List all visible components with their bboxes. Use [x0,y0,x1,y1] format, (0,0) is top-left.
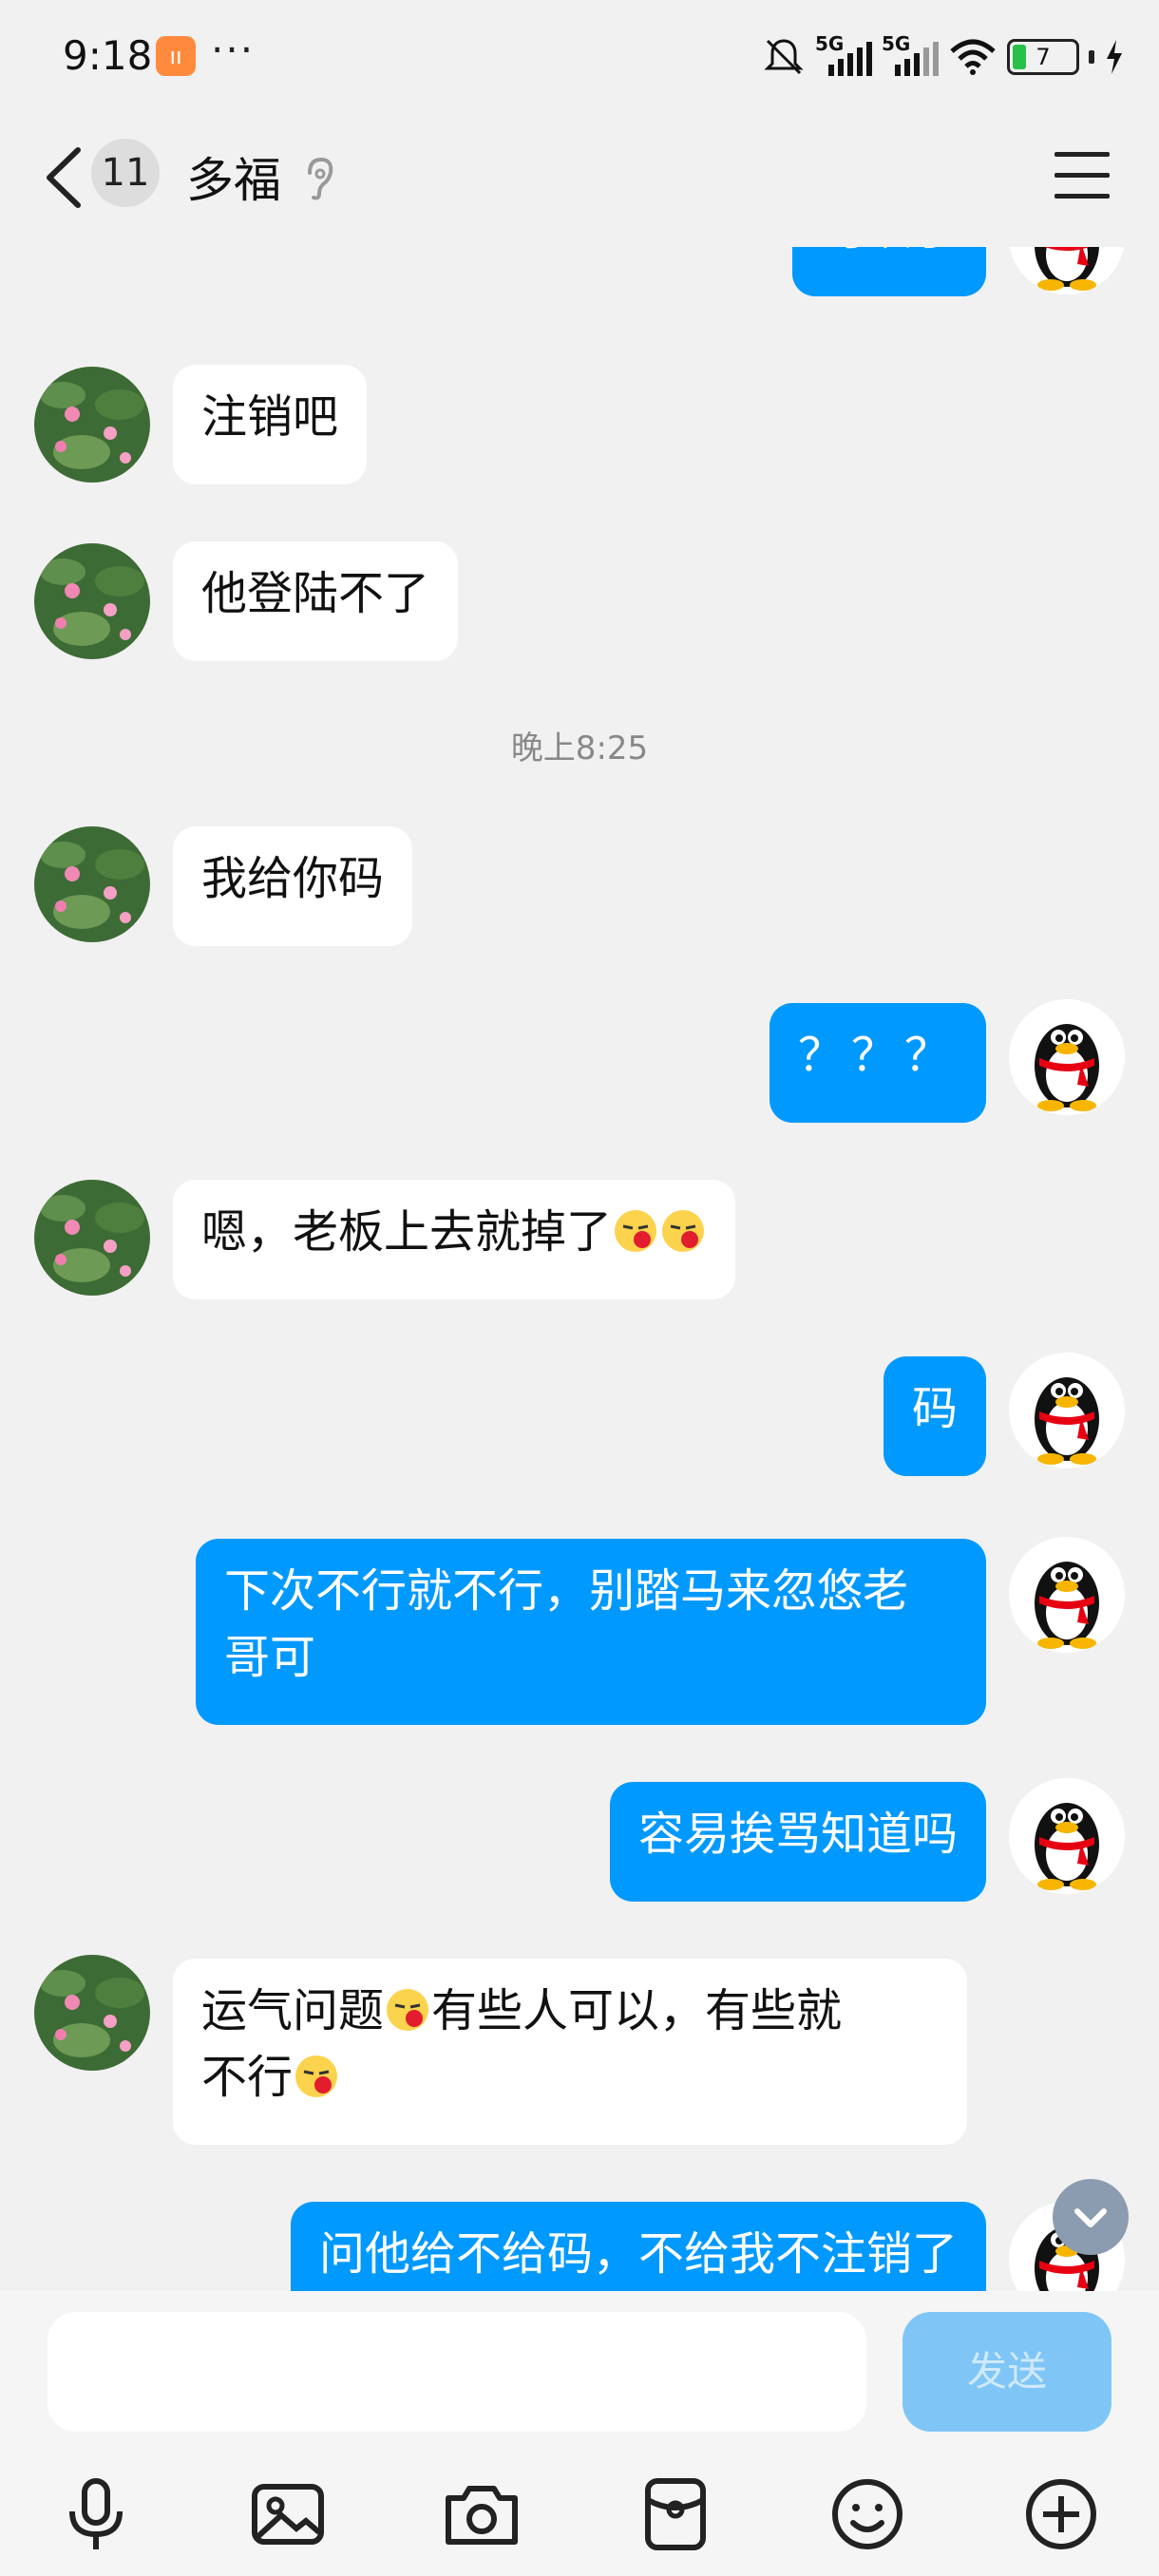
status-bar: 9:18 ıı ··· 5G 5G 7 [0,0,1159,114]
battery-icon: 7 [1007,39,1079,75]
contact-avatar[interactable] [34,367,150,483]
microphone-icon[interactable] [53,2472,139,2557]
penguin-avatar-icon [1009,1537,1125,1653]
message-bubble-in[interactable]: 嗯，老板上去就掉了 [173,1180,736,1299]
my-avatar[interactable] [1009,1537,1125,1653]
signal-2-icon: 5G [882,32,939,76]
more-notifications-icon: ··· [211,27,256,73]
my-avatar[interactable] [1009,999,1125,1115]
chevron-down-icon [1074,2208,1107,2227]
status-icons: 5G 5G 7 [762,28,1125,85]
lotus-avatar-icon [34,826,150,942]
message-text-line: 哥可 [224,1631,316,1684]
penguin-avatar-icon [1009,1778,1125,1894]
charging-icon [1107,40,1122,74]
my-avatar[interactable] [1009,1778,1125,1894]
message-bubble-in[interactable]: 他登陆不了 [173,541,459,661]
red-packet-icon[interactable] [633,2472,718,2557]
send-button[interactable]: 发送 [902,2312,1112,2432]
message-text-line: 下次不行就不行，别踏马来忽悠老 [224,1564,909,1618]
my-avatar[interactable] [1009,1353,1125,1468]
contact-avatar[interactable] [34,826,150,942]
penguin-avatar-icon [1009,1353,1125,1468]
lotus-avatar-icon [34,543,150,659]
message-row: 嗯，老板上去就掉了 [0,1180,1159,1313]
status-time: 9:18 [63,32,153,79]
message-text: 不行 [201,2051,294,2104]
spit-blood-emoji-icon [295,2055,338,2097]
message-row: 他登陆不了 [0,541,1159,674]
signal-1-icon: 5G [815,32,872,76]
scroll-to-bottom-button[interactable] [1053,2179,1129,2255]
plus-icon[interactable] [1018,2472,1104,2557]
chat-title[interactable]: 多福 [186,142,281,211]
spit-blood-emoji-icon [387,1989,429,2031]
back-arrow-icon[interactable] [42,144,84,211]
message-bubble-out[interactable]: 容易挨骂知道吗 [609,1782,986,1902]
message-row: 我给你码 [0,826,1159,959]
input-bar: 发送 [0,2291,1159,2576]
message-row: 注销吧 [0,365,1159,498]
message-input[interactable] [48,2312,866,2432]
message-timestamp: 晚上8:25 [510,729,649,767]
message-list[interactable]: 可以了 [0,228,1159,2291]
camera-icon[interactable] [439,2472,524,2557]
contact-avatar[interactable] [34,543,150,659]
contact-avatar[interactable] [34,1955,150,2071]
image-icon[interactable] [245,2472,331,2557]
earpiece-mode-icon [308,157,333,200]
contact-avatar[interactable] [34,1180,150,1296]
app-notification-icon: ıı [156,36,196,76]
message-bubble-in[interactable]: 注销吧 [173,365,368,484]
emoji-icon[interactable] [825,2472,910,2557]
message-bubble-in[interactable]: 运气问题 有些人可以，有些就 不行 [173,1959,967,2145]
penguin-avatar-icon [1009,999,1125,1115]
chat-header: 11 多福 [0,114,1159,247]
lotus-avatar-icon [34,1955,150,2071]
message-bubble-out[interactable]: 下次不行就不行，别踏马来忽悠老 哥可 [196,1539,986,1725]
message-row: 码 [0,1353,1159,1489]
message-row: 下次不行就不行，别踏马来忽悠老 哥可 [0,1537,1159,1729]
message-row: ？？？ [0,999,1159,1136]
hamburger-menu-icon[interactable] [1054,152,1110,199]
spit-blood-emoji-icon [662,1210,705,1252]
message-text: 嗯，老板上去就掉了 [201,1205,613,1259]
wifi-icon [950,39,996,75]
message-row: 容易挨骂知道吗 [0,1778,1159,1915]
lotus-avatar-icon [34,1180,150,1296]
lotus-avatar-icon [34,367,150,483]
message-bubble-out[interactable]: ？？？ [769,1003,986,1123]
message-bubble-in[interactable]: 我给你码 [173,826,413,946]
message-bubble-out[interactable]: 码 [883,1356,986,1476]
unread-count-badge[interactable]: 11 [91,139,160,207]
mute-bell-icon [764,39,804,75]
message-row: 问他给不给码，不给我不注销了 [0,2202,1159,2291]
message-text: 有些人可以，有些就 [431,1984,843,2037]
message-row: 运气问题 有些人可以，有些就 不行 [0,1955,1159,2149]
message-text: 运气问题 [201,1984,385,2037]
spit-blood-emoji-icon [615,1210,657,1252]
message-bubble-out[interactable]: 问他给不给码，不给我不注销了 [290,2202,986,2291]
